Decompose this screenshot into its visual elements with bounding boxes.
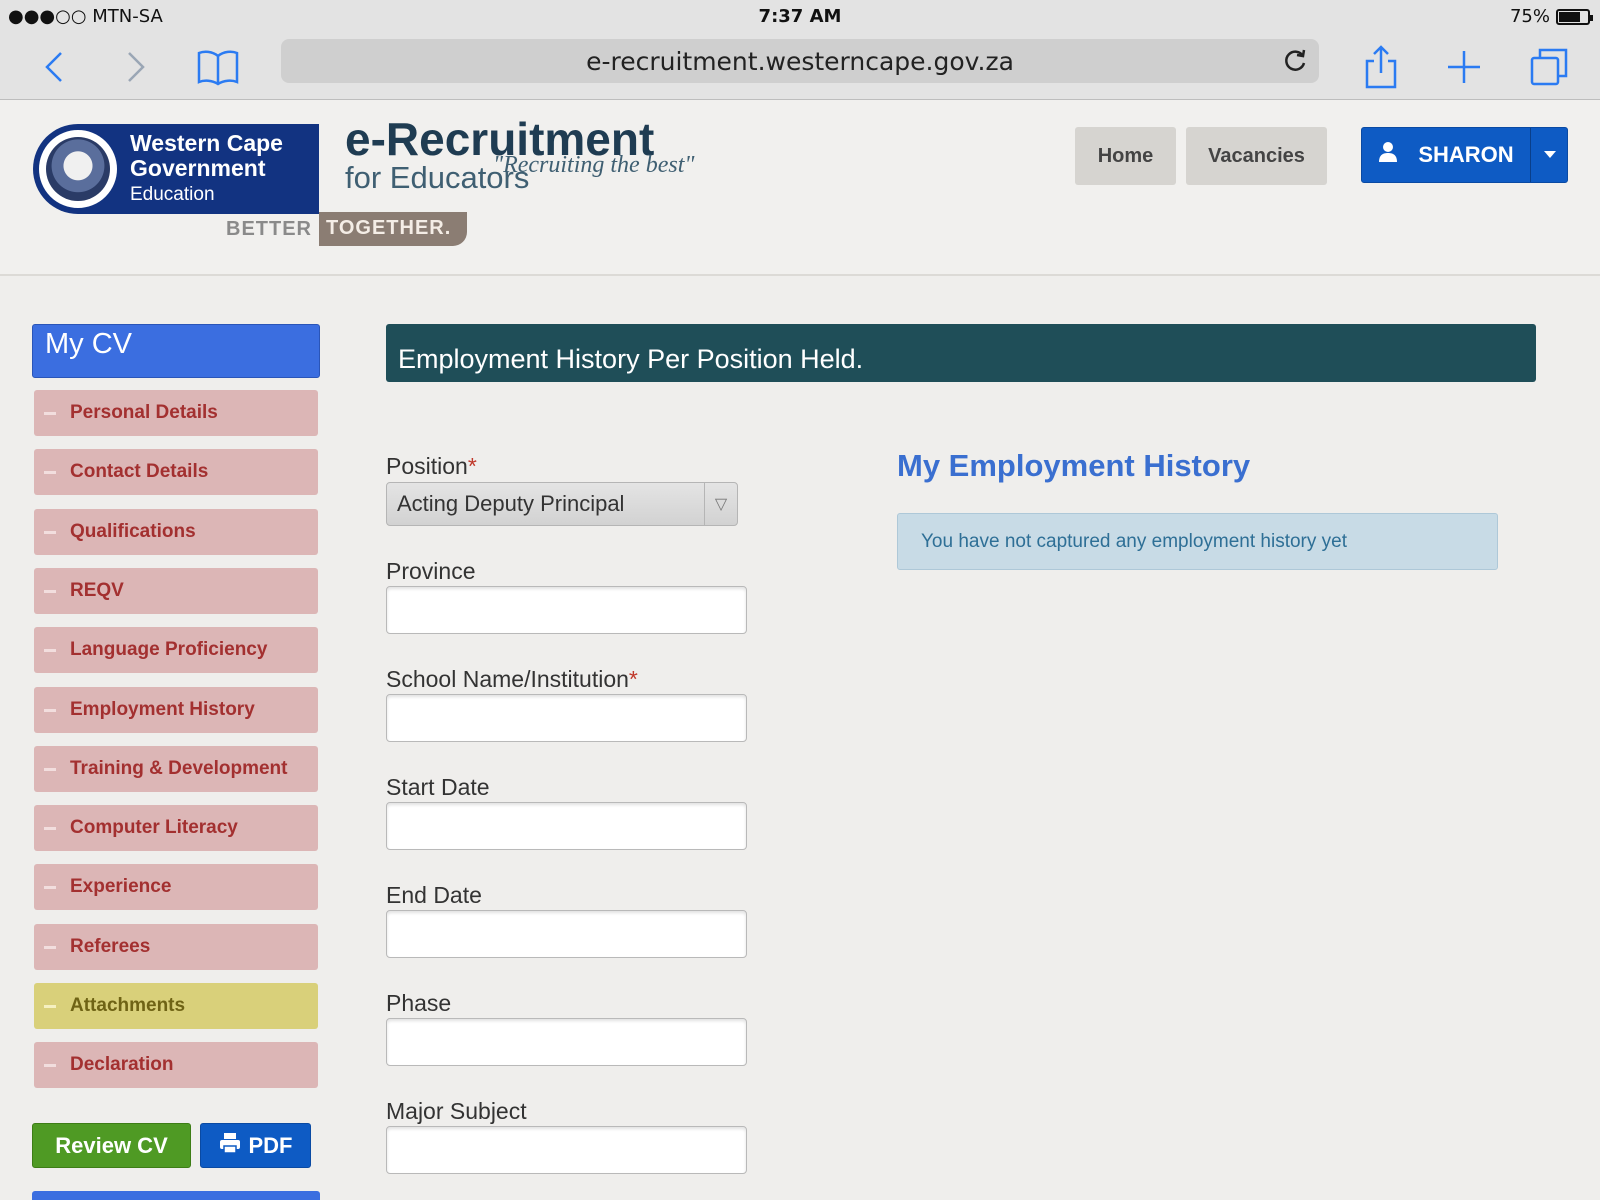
minus-icon [44,885,56,889]
sidebar-item[interactable]: Referees [34,924,318,970]
chevron-down-icon[interactable] [1531,128,1568,182]
user-name: SHARON [1418,142,1514,167]
bookmarks-icon[interactable] [193,42,243,92]
minus-icon [44,1004,56,1008]
site-header: Western Cape Government Education BETTER… [0,100,1600,276]
sidebar-item-label: Training & Development [70,758,288,779]
back-icon[interactable] [29,42,79,92]
forward-icon[interactable] [111,42,161,92]
minus-icon [44,470,56,474]
start-date-input[interactable] [386,802,747,850]
sidebar-item[interactable]: Training & Development [34,746,318,792]
battery-indicator: 75% [1509,6,1593,27]
sidebar-item-label: Language Proficiency [70,639,268,660]
logo-text-education: Education [130,184,215,205]
minus-icon [44,589,56,593]
sidebar-item[interactable]: Declaration [34,1042,318,1088]
reload-icon[interactable] [1281,47,1309,75]
employment-history-title: My Employment History [897,448,1251,483]
start-date-label: Start Date [386,774,490,800]
battery-percent: 75% [1509,6,1550,27]
sidebar-title[interactable]: My CV [32,324,320,378]
coat-of-arms-icon [36,127,120,211]
sidebar-item[interactable]: Experience [34,864,318,910]
address-bar[interactable]: e-recruitment.westerncape.gov.za [281,39,1319,83]
tabs-overview-icon[interactable] [1524,42,1574,92]
sidebar-item[interactable]: Computer Literacy [34,805,318,851]
position-select[interactable]: Acting Deputy Principal ▽ [386,482,738,526]
minus-icon [44,411,56,415]
slogan-together: TOGETHER. [319,212,467,246]
sidebar-item[interactable]: Employment History [34,687,318,733]
minus-icon [44,708,56,712]
nav-home-button[interactable]: Home [1075,127,1176,185]
minus-icon [44,648,56,652]
empty-history-alert: You have not captured any employment his… [897,513,1498,570]
sidebar-item[interactable]: Language Proficiency [34,627,318,673]
share-icon[interactable] [1356,42,1406,92]
wcg-logo[interactable]: Western Cape Government Education [33,124,319,214]
end-date-label: End Date [386,882,482,908]
school-input[interactable] [386,694,747,742]
sidebar-next-panel [32,1191,320,1200]
province-label: Province [386,558,476,584]
minus-icon [44,945,56,949]
dropdown-arrow-icon: ▽ [704,483,737,525]
slogan-better: BETTER [226,218,312,240]
sidebar-item-label: Computer Literacy [70,817,238,838]
end-date-input[interactable] [386,910,747,958]
sidebar-item-label: Qualifications [70,521,196,542]
minus-icon [44,530,56,534]
user-icon [1378,141,1398,169]
new-tab-plus-icon[interactable] [1439,42,1489,92]
sidebar-item-label: Referees [70,936,151,957]
sidebar-item[interactable]: Personal Details [34,390,318,436]
minus-icon [44,767,56,771]
logo-text-government: Government [130,155,266,181]
browser-toolbar: e-recruitment.westerncape.gov.za [0,34,1600,100]
battery-icon [1556,8,1593,25]
url-text: e-recruitment.westerncape.gov.za [586,46,1014,76]
phase-input[interactable] [386,1018,747,1066]
sidebar-item[interactable]: Attachments [34,983,318,1029]
sidebar-item-label: Declaration [70,1054,174,1075]
position-label: Position* [386,453,477,479]
sidebar-item-label: Employment History [70,699,255,720]
sidebar-item[interactable]: Qualifications [34,509,318,555]
user-menu-main[interactable]: SHARON [1362,128,1530,182]
printer-icon [219,1132,241,1160]
sidebar-item[interactable]: Contact Details [34,449,318,495]
nav-vacancies-button[interactable]: Vacancies [1186,127,1327,185]
sidebar-item-label: Attachments [70,995,186,1016]
review-cv-button[interactable]: Review CV [32,1123,191,1168]
major-subject-label: Major Subject [386,1098,527,1124]
minus-icon [44,1063,56,1067]
site-tagline: "Recruiting the best" [493,152,695,178]
clock: 7:37 AM [758,6,842,27]
sidebar-item-label: Experience [70,876,172,897]
pdf-button-label: PDF [248,1132,293,1158]
section-title: Employment History Per Position Held. [386,324,1536,382]
minus-icon [44,826,56,830]
sidebar-item-label: Contact Details [70,461,209,482]
user-menu-button[interactable]: SHARON [1361,127,1568,183]
sidebar-item-label: Personal Details [70,402,218,423]
school-label: School Name/Institution* [386,666,638,692]
sidebar-item-label: REQV [70,580,124,601]
province-input[interactable] [386,586,747,634]
status-bar: ●●●○○ MTN-SA 7:37 AM 75% [0,0,1600,34]
phase-label: Phase [386,990,452,1016]
major-subject-input[interactable] [386,1126,747,1174]
sidebar-item[interactable]: REQV [34,568,318,614]
position-selected-value: Acting Deputy Principal [397,491,625,516]
pdf-button[interactable]: PDF [200,1123,311,1168]
logo-text-western-cape: Western Cape [130,130,283,156]
